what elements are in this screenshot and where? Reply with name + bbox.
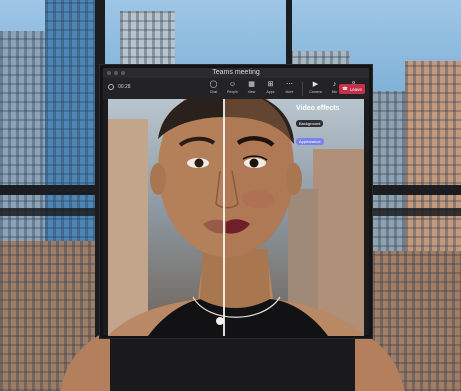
view-icon: ▦ <box>248 81 255 88</box>
clock-icon <box>108 84 114 90</box>
video-effects-panel: Video effects Background Appearance <box>296 105 360 148</box>
meeting-toolbar: 00:28 ◯ Chat ☺ People ▦ View ⊞ Apps ⋯ More ▶ Camera… <box>103 78 369 99</box>
window-title: Teams meeting <box>212 69 260 76</box>
teams-window: Teams meeting 00:28 ◯ Chat ☺ People ▦ View ⊞ Ap… <box>100 65 372 338</box>
title-bar: Teams meeting <box>103 68 369 78</box>
toolbar-item-label: Mic <box>331 90 338 94</box>
leave-button[interactable]: ☎ Leave <box>339 84 365 94</box>
toolbar-camera-button[interactable]: ▶ Camera <box>308 80 323 96</box>
toolbar-separator <box>302 82 303 96</box>
toolbar-item-label: Camera <box>309 90 322 94</box>
video-effects-title: Video effects <box>296 105 340 112</box>
toolbar-view-button[interactable]: ▦ View <box>244 80 259 96</box>
mic-icon: ♪ <box>332 81 337 88</box>
toolbar-chat-button[interactable]: ◯ Chat <box>206 80 221 96</box>
appearance-option[interactable]: Appearance <box>296 138 324 145</box>
toolbar-item-label: Apps <box>266 90 275 94</box>
camera-icon: ▶ <box>312 81 319 88</box>
meeting-timer: 00:28 <box>118 84 131 90</box>
toolbar-item-label: Chat <box>209 90 218 94</box>
toolbar-item-label: More <box>285 90 294 94</box>
chat-icon: ◯ <box>209 81 218 88</box>
background-option[interactable]: Background <box>296 120 324 127</box>
toolbar-item-label: People <box>227 90 238 94</box>
apps-icon: ⊞ <box>267 81 274 88</box>
toolbar-more-button[interactable]: ⋯ More <box>282 80 297 96</box>
toolbar-item-label: View <box>247 90 256 94</box>
video-preview: Video effects Background Appearance <box>108 99 364 336</box>
toolbar-apps-button[interactable]: ⊞ Apps <box>263 80 278 96</box>
phone-icon: ☎ <box>342 86 348 91</box>
comparison-divider[interactable] <box>223 99 225 336</box>
toolbar-people-button[interactable]: ☺ People <box>225 80 240 96</box>
more-icon: ⋯ <box>286 81 293 88</box>
people-icon: ☺ <box>228 81 237 88</box>
leave-label: Leave <box>349 86 362 92</box>
